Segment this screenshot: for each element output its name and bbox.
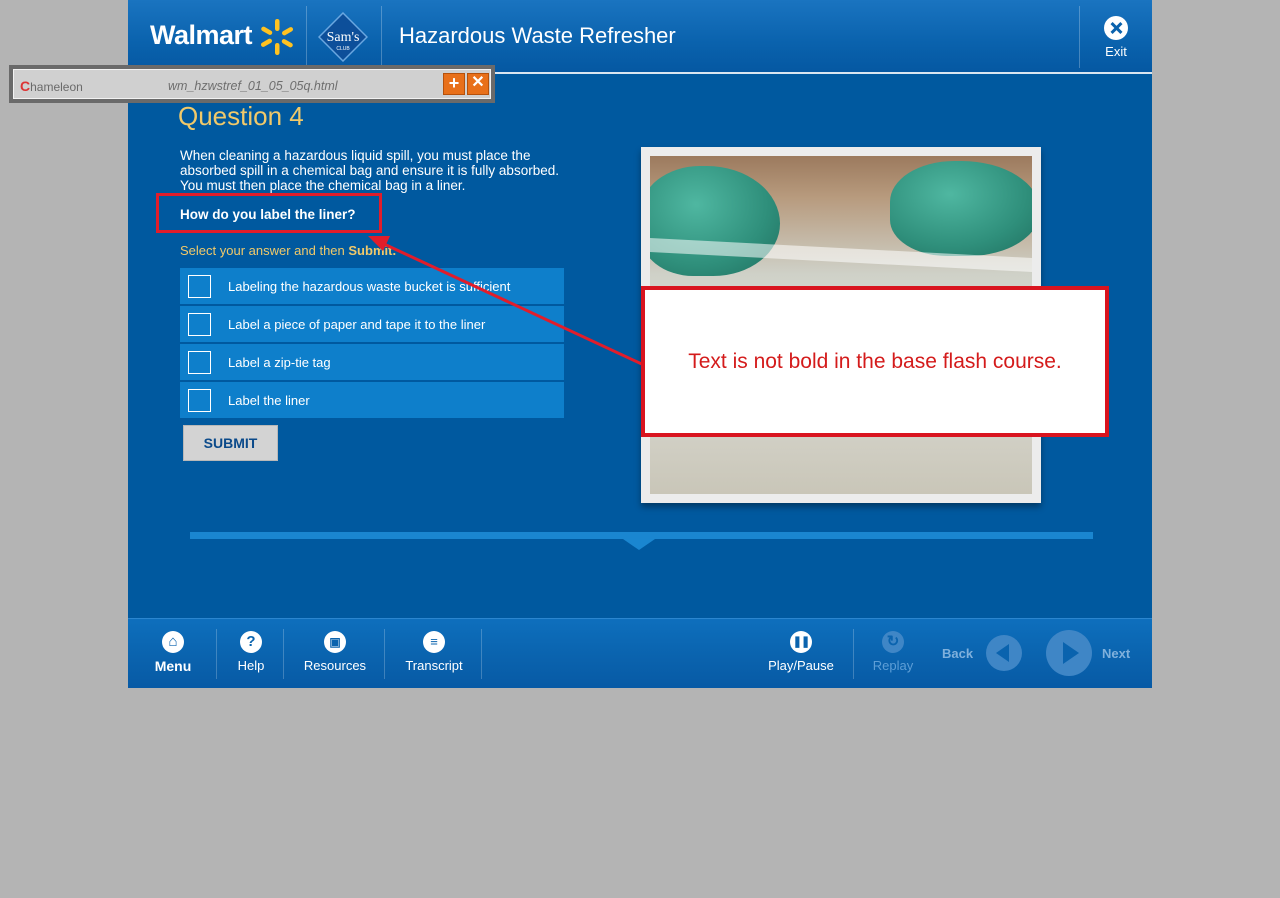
annotation-callout-text: Text is not bold in the base flash cours… bbox=[688, 350, 1062, 373]
annotation-arrow bbox=[368, 236, 647, 368]
annotation-callout: Text is not bold in the base flash cours… bbox=[641, 286, 1109, 437]
